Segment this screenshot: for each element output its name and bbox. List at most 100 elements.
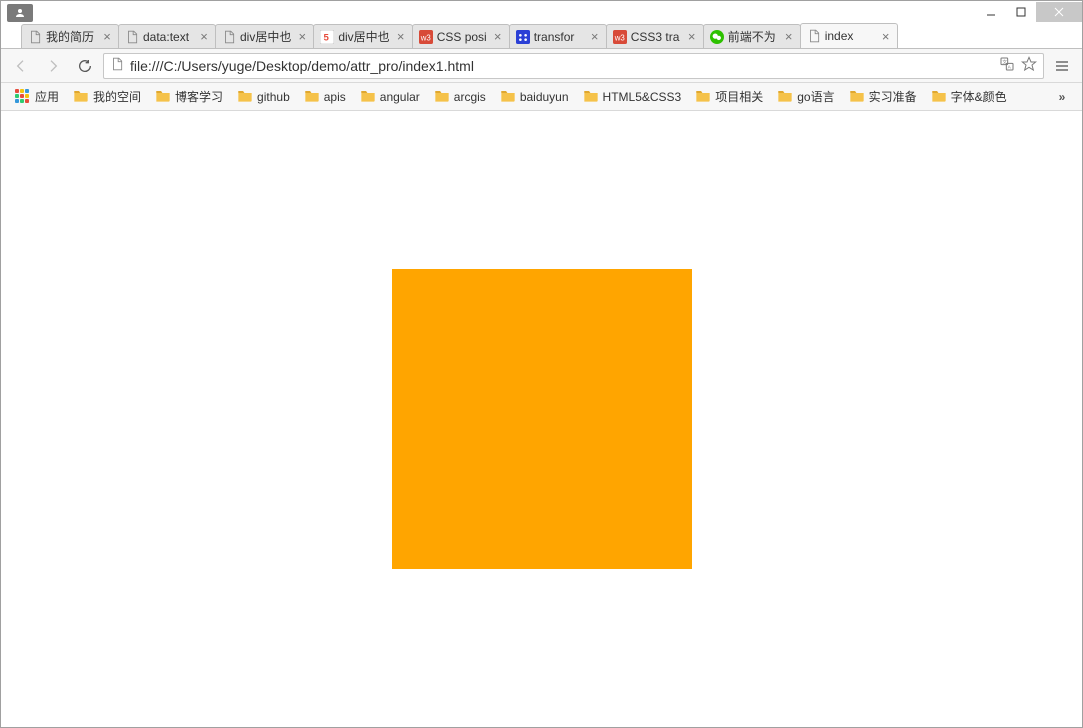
bookmark-label: 实习准备 — [869, 88, 917, 105]
tab-favicon-icon — [807, 29, 821, 43]
tab[interactable]: data:text × — [118, 24, 216, 48]
tab-favicon-icon: 5 — [320, 30, 334, 44]
tab-title: 前端不为 — [728, 28, 778, 45]
tab[interactable]: transfor × — [509, 24, 607, 48]
tab-favicon-icon — [222, 30, 236, 44]
folder-icon — [849, 88, 865, 105]
close-button[interactable] — [1036, 2, 1082, 22]
bookmark-label: 字体&颜色 — [951, 88, 1007, 105]
folder-icon — [583, 88, 599, 105]
window-titlebar — [1, 1, 1082, 23]
tab-favicon-icon — [125, 30, 139, 44]
bookmarks-overflow[interactable]: » — [1050, 90, 1074, 104]
back-button[interactable] — [7, 52, 35, 80]
address-bar[interactable]: file:///C:/Users/yuge/Desktop/demo/attr_… — [103, 53, 1044, 79]
tab-close-icon[interactable]: × — [491, 30, 505, 44]
tab-title: CSS3 tra — [631, 30, 681, 44]
user-icon[interactable] — [7, 4, 33, 22]
tab[interactable]: 我的简历 × — [21, 24, 119, 48]
tab[interactable]: w3 CSS posi × — [412, 24, 510, 48]
bookmark-star-icon[interactable] — [1021, 56, 1037, 75]
svg-text:文: 文 — [1002, 58, 1007, 65]
bookmark-label: 博客学习 — [175, 88, 223, 105]
bookmark-folder[interactable]: 字体&颜色 — [925, 85, 1013, 108]
tab[interactable]: div居中也 × — [215, 24, 314, 48]
folder-icon — [237, 88, 253, 105]
folder-icon — [777, 88, 793, 105]
bookmark-folder[interactable]: apis — [298, 85, 352, 108]
bookmark-folder[interactable]: 项目相关 — [689, 85, 769, 108]
bookmark-label: 项目相关 — [715, 88, 763, 105]
folder-icon — [434, 88, 450, 105]
bookmark-label: github — [257, 90, 290, 104]
bookmark-label: arcgis — [454, 90, 486, 104]
apps-shortcut[interactable]: 应用 — [9, 85, 65, 108]
omnibox-actions: 文A — [999, 56, 1037, 75]
tab-favicon-icon: w3 — [419, 30, 433, 44]
tab-favicon-icon — [28, 30, 42, 44]
svg-text:w3: w3 — [419, 33, 431, 42]
svg-text:A: A — [1008, 65, 1012, 70]
bookmark-folder[interactable]: baiduyun — [494, 85, 575, 108]
tab[interactable]: w3 CSS3 tra × — [606, 24, 704, 48]
tab-active[interactable]: index × — [800, 23, 898, 48]
tab-close-icon[interactable]: × — [100, 30, 114, 44]
apps-label: 应用 — [35, 88, 59, 105]
bookmark-folder[interactable]: 博客学习 — [149, 85, 229, 108]
bookmark-folder[interactable]: HTML5&CSS3 — [577, 85, 688, 108]
demo-orange-box — [392, 269, 692, 569]
minimize-button[interactable] — [976, 2, 1006, 22]
tab-close-icon[interactable]: × — [295, 30, 309, 44]
forward-button[interactable] — [39, 52, 67, 80]
menu-button[interactable] — [1048, 52, 1076, 80]
folder-icon — [155, 88, 171, 105]
bookmark-folder[interactable]: angular — [354, 85, 426, 108]
bookmark-label: apis — [324, 90, 346, 104]
tab-favicon-icon — [710, 30, 724, 44]
tab-title: transfor — [534, 30, 584, 44]
tab-close-icon[interactable]: × — [588, 30, 602, 44]
tab-title: CSS posi — [437, 30, 487, 44]
tab-title: div居中也 — [338, 28, 389, 45]
page-viewport — [1, 111, 1082, 727]
tab-title: index — [825, 29, 875, 43]
bookmark-folder[interactable]: github — [231, 85, 296, 108]
tab-close-icon[interactable]: × — [782, 30, 796, 44]
tab[interactable]: 前端不为 × — [703, 24, 801, 48]
tab-title: div居中也 — [240, 28, 291, 45]
svg-text:w3: w3 — [613, 33, 625, 42]
bookmark-label: go语言 — [797, 88, 834, 105]
reload-button[interactable] — [71, 52, 99, 80]
bookmark-folder[interactable]: 我的空间 — [67, 85, 147, 108]
bookmark-folder[interactable]: arcgis — [428, 85, 492, 108]
folder-icon — [695, 88, 711, 105]
page-icon — [110, 57, 124, 74]
folder-icon — [360, 88, 376, 105]
tab[interactable]: 5 div居中也 × — [313, 24, 412, 48]
bookmark-label: HTML5&CSS3 — [603, 90, 682, 104]
tab-close-icon[interactable]: × — [685, 30, 699, 44]
tab-close-icon[interactable]: × — [879, 29, 893, 43]
folder-icon — [304, 88, 320, 105]
tab-strip: 我的简历 × data:text × div居中也 × 5 div居中也 × w3 CSS posi… — [1, 23, 1082, 49]
bookmark-folder[interactable]: go语言 — [771, 85, 840, 108]
bookmarks-bar: 应用 我的空间 博客学习 github apis angular arcgis baiduy… — [1, 83, 1082, 111]
bookmark-label: angular — [380, 90, 420, 104]
tab-close-icon[interactable]: × — [394, 30, 408, 44]
tab-title: data:text — [143, 30, 193, 44]
folder-icon — [500, 88, 516, 105]
bookmark-label: baiduyun — [520, 90, 569, 104]
tab-close-icon[interactable]: × — [197, 30, 211, 44]
maximize-button[interactable] — [1006, 2, 1036, 22]
toolbar: file:///C:/Users/yuge/Desktop/demo/attr_… — [1, 49, 1082, 83]
apps-icon — [15, 89, 31, 105]
folder-icon — [73, 88, 89, 105]
bookmark-folder[interactable]: 实习准备 — [843, 85, 923, 108]
translate-icon[interactable]: 文A — [999, 56, 1015, 75]
tab-favicon-icon: w3 — [613, 30, 627, 44]
url-text: file:///C:/Users/yuge/Desktop/demo/attr_… — [130, 58, 993, 74]
folder-icon — [931, 88, 947, 105]
tab-title: 我的简历 — [46, 28, 96, 45]
bookmark-label: 我的空间 — [93, 88, 141, 105]
tab-favicon-icon — [516, 30, 530, 44]
